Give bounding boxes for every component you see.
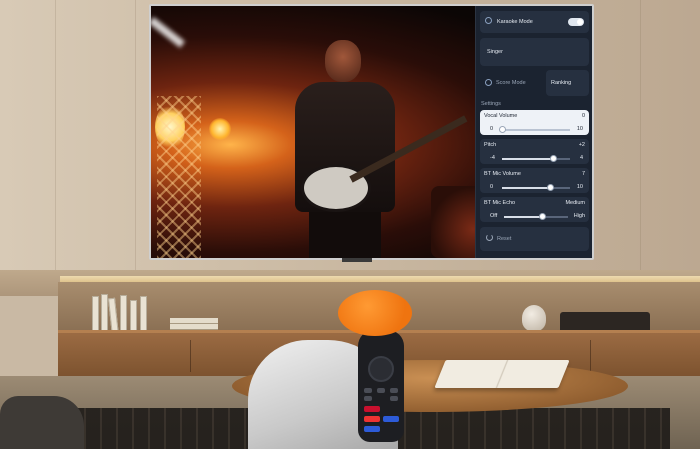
karaoke-settings-panel: Karaoke Mode Singer Score Mode Ranking S…	[475, 6, 592, 258]
wall-panel-divider	[135, 0, 136, 290]
lighting-truss	[157, 96, 201, 258]
microphone-icon	[485, 17, 492, 24]
bt-mic-volume-slider[interactable]	[502, 184, 570, 191]
television: Karaoke Mode Singer Score Mode Ranking S…	[149, 4, 594, 260]
slider-max: 10	[576, 126, 583, 132]
score-mode-row[interactable]: Score Mode	[480, 70, 546, 96]
slider-label: BT Mic Volume	[484, 171, 521, 177]
cabinet-door-line	[590, 340, 591, 372]
pitch-slider[interactable]	[502, 155, 570, 162]
settings-heading: Settings	[481, 101, 501, 107]
concert-video: Karaoke Mode Singer Score Mode Ranking S…	[151, 6, 592, 258]
karaoke-mode-row[interactable]: Karaoke Mode	[480, 11, 589, 33]
slider-label: Pitch	[484, 142, 497, 148]
slider-value: 0	[581, 113, 585, 119]
ranking-label: Ranking	[551, 80, 572, 86]
slider-value: Medium	[565, 200, 585, 206]
remote-button	[377, 388, 385, 393]
guitarist-head	[325, 40, 361, 82]
app-button	[364, 426, 380, 432]
reset-icon	[486, 234, 493, 241]
tv-stand	[342, 258, 372, 262]
remote-button	[364, 396, 372, 401]
karaoke-mode-label: Karaoke Mode	[497, 19, 533, 25]
wall-panel-divider	[55, 0, 56, 290]
slider-max: High	[573, 213, 585, 219]
slider-value: +2	[578, 142, 585, 148]
slider-label: BT Mic Echo	[484, 200, 516, 206]
slider-knob[interactable]	[539, 213, 547, 220]
microphone-windscreen	[338, 290, 412, 336]
slider-min: 0	[490, 184, 494, 190]
youtube-button	[364, 416, 380, 422]
remote-button	[390, 396, 398, 401]
guitarist	[291, 36, 468, 258]
open-book	[434, 360, 570, 388]
cabinet-door-line	[190, 340, 191, 372]
wall-panel-divider	[640, 0, 641, 290]
armchair	[0, 396, 84, 449]
slider-value: 7	[581, 171, 585, 177]
decor-vase	[522, 305, 546, 331]
bt-mic-echo-slider[interactable]	[504, 213, 568, 220]
singer-label: Singer	[487, 49, 503, 55]
slider-knob[interactable]	[550, 155, 557, 162]
vocal-volume-slider-row[interactable]: Vocal Volume 0 0 10	[480, 110, 589, 135]
slider-min: Off	[490, 213, 498, 219]
guitarist-legs	[309, 212, 381, 258]
slider-max: 10	[576, 184, 583, 190]
pitch-slider-row[interactable]: Pitch +2 -4 4	[480, 139, 589, 164]
tv-remote	[358, 330, 404, 442]
vocal-volume-slider[interactable]	[499, 126, 570, 133]
ranking-button[interactable]: Ranking	[546, 70, 589, 96]
slider-min: -4	[490, 155, 495, 161]
bt-mic-echo-slider-row[interactable]: BT Mic Echo Medium Off High	[480, 197, 589, 222]
slider-knob[interactable]	[499, 126, 506, 133]
stage-light-beam	[151, 16, 185, 48]
slider-min: 0	[490, 126, 494, 132]
reset-button[interactable]: Reset	[480, 227, 589, 251]
bt-mic-volume-slider-row[interactable]: BT Mic Volume 7 0 10	[480, 168, 589, 193]
score-icon	[485, 79, 492, 86]
netflix-button	[364, 406, 380, 412]
remote-button	[390, 388, 398, 393]
reset-label: Reset	[497, 236, 512, 242]
singer-button[interactable]: Singer	[480, 38, 589, 66]
slider-max: 4	[579, 155, 583, 161]
slider-knob[interactable]	[546, 184, 554, 191]
slider-label: Vocal Volume	[484, 113, 518, 119]
remote-button	[364, 388, 372, 393]
app-button	[383, 416, 399, 422]
dpad-icon	[368, 356, 394, 382]
score-mode-label: Score Mode	[496, 80, 526, 86]
karaoke-mode-toggle[interactable]	[568, 18, 584, 26]
stage-light	[209, 118, 231, 140]
